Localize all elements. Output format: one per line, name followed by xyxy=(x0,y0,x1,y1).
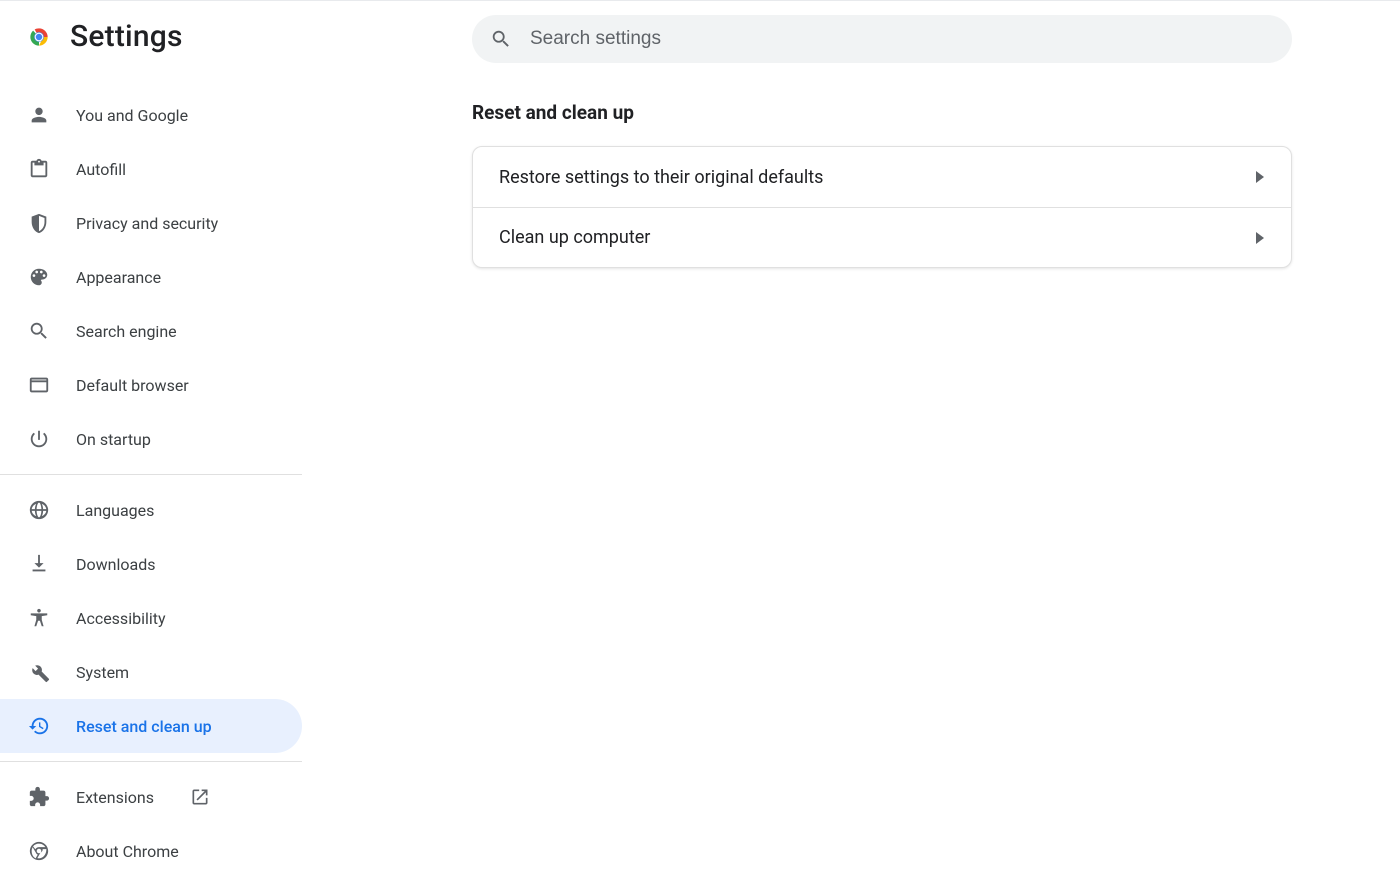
sidebar-item-appearance[interactable]: Appearance xyxy=(0,250,302,304)
sidebar-item-default-browser[interactable]: Default browser xyxy=(0,358,302,412)
sidebar-divider xyxy=(0,474,302,475)
sidebar-nav: You and Google Autofill Privacy and secu… xyxy=(0,88,302,878)
chrome-logo-icon xyxy=(26,24,52,50)
wrench-icon xyxy=(28,661,50,683)
main-content: Reset and clean up Restore settings to t… xyxy=(302,1,1400,896)
brand-row: Settings xyxy=(0,19,302,54)
sidebar-item-label: You and Google xyxy=(76,106,188,125)
row-label: Restore settings to their original defau… xyxy=(499,167,823,188)
sidebar-item-label: About Chrome xyxy=(76,842,179,861)
sidebar-item-on-startup[interactable]: On startup xyxy=(0,412,302,466)
search-bar[interactable] xyxy=(472,15,1292,63)
row-label: Clean up computer xyxy=(499,227,650,248)
sidebar-item-label: Default browser xyxy=(76,376,189,395)
chrome-outline-icon xyxy=(28,840,50,862)
download-icon xyxy=(28,553,50,575)
sidebar-item-label: Downloads xyxy=(76,555,155,574)
sidebar-item-label: Extensions xyxy=(76,788,154,807)
sidebar-item-accessibility[interactable]: Accessibility xyxy=(0,591,302,645)
accessibility-icon xyxy=(28,607,50,629)
row-clean-up-computer[interactable]: Clean up computer xyxy=(473,207,1291,267)
search-icon xyxy=(28,320,50,342)
sidebar-item-label: Reset and clean up xyxy=(76,717,212,736)
restore-icon xyxy=(28,715,50,737)
sidebar-item-downloads[interactable]: Downloads xyxy=(0,537,302,591)
section-title: Reset and clean up xyxy=(472,101,1370,124)
search-input[interactable] xyxy=(530,28,1274,50)
sidebar-item-about[interactable]: About Chrome xyxy=(0,824,302,878)
chevron-right-icon xyxy=(1255,171,1265,183)
sidebar-item-label: Languages xyxy=(76,501,154,520)
search-icon xyxy=(490,28,512,50)
sidebar-item-search-engine[interactable]: Search engine xyxy=(0,304,302,358)
external-link-icon xyxy=(190,787,210,807)
power-icon xyxy=(28,428,50,450)
sidebar-item-system[interactable]: System xyxy=(0,645,302,699)
row-restore-defaults[interactable]: Restore settings to their original defau… xyxy=(473,147,1291,207)
clipboard-icon xyxy=(28,158,50,180)
globe-icon xyxy=(28,499,50,521)
page-title: Settings xyxy=(70,19,183,54)
browser-icon xyxy=(28,374,50,396)
sidebar-item-label: Accessibility xyxy=(76,609,166,628)
sidebar-item-label: Appearance xyxy=(76,268,161,287)
palette-icon xyxy=(28,266,50,288)
extension-icon xyxy=(28,786,50,808)
shield-icon xyxy=(28,212,50,234)
sidebar-item-label: On startup xyxy=(76,430,151,449)
sidebar: Settings You and Google Autofill Privacy… xyxy=(0,1,302,896)
sidebar-item-you-and-google[interactable]: You and Google xyxy=(0,88,302,142)
sidebar-item-label: Autofill xyxy=(76,160,126,179)
sidebar-item-languages[interactable]: Languages xyxy=(0,483,302,537)
sidebar-item-label: System xyxy=(76,663,129,682)
sidebar-item-label: Privacy and security xyxy=(76,214,218,233)
chevron-right-icon xyxy=(1255,232,1265,244)
sidebar-item-extensions[interactable]: Extensions xyxy=(0,770,302,824)
sidebar-item-autofill[interactable]: Autofill xyxy=(0,142,302,196)
sidebar-item-reset[interactable]: Reset and clean up xyxy=(0,699,302,753)
sidebar-item-label: Search engine xyxy=(76,322,177,341)
settings-card: Restore settings to their original defau… xyxy=(472,146,1292,268)
sidebar-item-privacy[interactable]: Privacy and security xyxy=(0,196,302,250)
person-icon xyxy=(28,104,50,126)
sidebar-divider xyxy=(0,761,302,762)
